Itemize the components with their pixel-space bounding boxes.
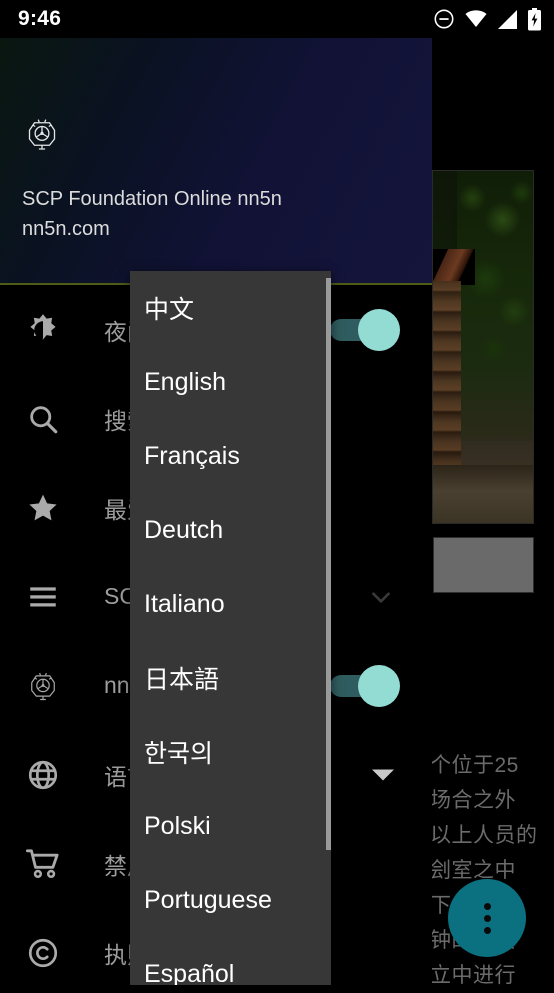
language-dropdown-menu[interactable]: 中文 English Français Deutch Italiano 日本語 … <box>130 271 331 985</box>
overflow-menu-fab[interactable] <box>448 879 526 957</box>
search-icon <box>22 402 64 436</box>
language-option-ko[interactable]: 한국의 <box>130 715 331 789</box>
fab-dot <box>483 902 491 910</box>
globe-icon <box>22 758 64 792</box>
triangle-down-icon <box>372 769 394 780</box>
status-bar-clock: 9:46 <box>18 7 62 30</box>
language-option-pl[interactable]: Polski <box>130 789 331 863</box>
language-option-es[interactable]: Español <box>130 937 331 986</box>
drawer-header-title: SCP Foundation Online nn5n <box>22 188 282 210</box>
drawer-header-subtitle: nn5n.com <box>22 218 110 240</box>
switch-thumb <box>358 308 400 351</box>
language-option-de[interactable]: Deutch <box>130 493 331 567</box>
status-bar-icons <box>433 7 542 31</box>
nn5n-switch[interactable] <box>330 664 400 707</box>
cellular-signal-icon <box>497 9 518 30</box>
language-spinner-arrow[interactable] <box>372 769 394 780</box>
image-cabin-roof <box>433 249 475 285</box>
drawer-header[interactable]: SCP Foundation Online nn5n nn5n.com <box>0 38 432 283</box>
image-ground <box>433 465 533 523</box>
language-option-fr[interactable]: Français <box>130 419 331 493</box>
fab-dot <box>483 914 491 922</box>
do-not-disturb-icon <box>433 8 455 30</box>
language-option-pt[interactable]: Portuguese <box>130 863 331 937</box>
brightness-icon <box>22 312 64 348</box>
dropdown-scrollbar[interactable] <box>326 278 331 850</box>
fab-dot <box>483 926 491 934</box>
copyright-icon <box>22 936 64 970</box>
image-foliage <box>457 171 533 441</box>
language-option-en[interactable]: English <box>130 345 331 419</box>
night-mode-switch[interactable] <box>330 308 400 351</box>
language-option-zh[interactable]: 中文 <box>130 271 331 345</box>
content-image <box>432 170 534 524</box>
language-option-it[interactable]: Italiano <box>130 567 331 641</box>
language-option-ja[interactable]: 日本語 <box>130 641 331 715</box>
chevron-down-icon <box>372 591 390 603</box>
status-bar: 9:46 <box>0 0 554 38</box>
list-icon <box>22 580 64 614</box>
switch-thumb <box>358 664 400 707</box>
content-placeholder-block <box>433 537 534 593</box>
star-icon <box>22 491 64 525</box>
battery-charging-icon <box>527 7 542 31</box>
scp-foundation-logo-icon <box>22 114 432 154</box>
scp-logo-icon <box>22 668 64 704</box>
wifi-icon <box>464 8 488 30</box>
scp-expand-chevron[interactable] <box>368 584 394 610</box>
shopping-cart-icon <box>22 846 64 882</box>
image-cabin-wall <box>433 281 461 481</box>
